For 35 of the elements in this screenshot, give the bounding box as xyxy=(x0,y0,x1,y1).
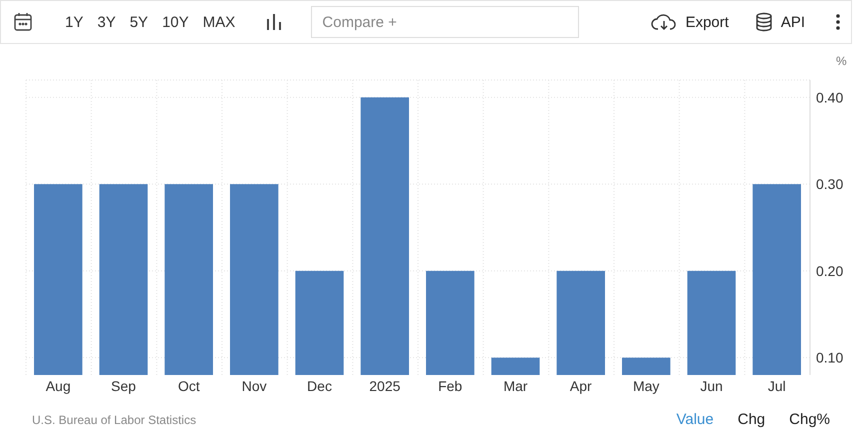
more-icon[interactable] xyxy=(835,13,841,31)
period-button[interactable]: MAX xyxy=(196,10,242,34)
axis-tick-label: 0.20 xyxy=(816,262,844,279)
axis-category-label: Nov xyxy=(242,378,267,394)
axis-category-label: Sep xyxy=(111,378,136,394)
axis-category-label: Jun xyxy=(700,378,723,394)
axis-category-label: Aug xyxy=(46,378,71,394)
axis-category-label: Feb xyxy=(438,378,462,394)
unit-label: % xyxy=(836,54,847,68)
bar xyxy=(491,358,540,375)
database-icon xyxy=(754,12,773,32)
calendar-icon[interactable] xyxy=(13,12,33,32)
period-button[interactable]: 1Y xyxy=(59,10,90,34)
source-label: U.S. Bureau of Labor Statistics xyxy=(32,412,196,426)
axis-category-label: May xyxy=(632,378,660,394)
export-button[interactable]: Export xyxy=(645,9,735,35)
axis-tick-label: 0.10 xyxy=(816,350,844,366)
axis-category-label: Dec xyxy=(307,378,332,394)
compare-field[interactable]: Compare + xyxy=(311,6,580,38)
axis-category-label: Mar xyxy=(503,378,528,394)
axis-category-label: Jul xyxy=(768,378,786,394)
period-button[interactable]: 3Y xyxy=(91,10,122,34)
axis-category-label: Oct xyxy=(178,378,200,394)
axis-category-label: 2025 xyxy=(369,378,400,394)
axis-tick-label: 0.30 xyxy=(816,176,844,192)
mode-tab[interactable]: Chg% xyxy=(783,409,836,430)
api-button[interactable]: API xyxy=(748,8,811,36)
axis-tick-label: 0.40 xyxy=(816,89,844,106)
axis-category-label: Apr xyxy=(570,378,592,394)
period-button[interactable]: 10Y xyxy=(156,10,195,34)
bar xyxy=(622,358,670,375)
bar-chart-icon[interactable] xyxy=(265,13,284,31)
cloud-download-icon xyxy=(651,13,678,31)
mode-tab[interactable]: Chg xyxy=(732,409,772,430)
period-button[interactable]: 5Y xyxy=(124,10,154,34)
